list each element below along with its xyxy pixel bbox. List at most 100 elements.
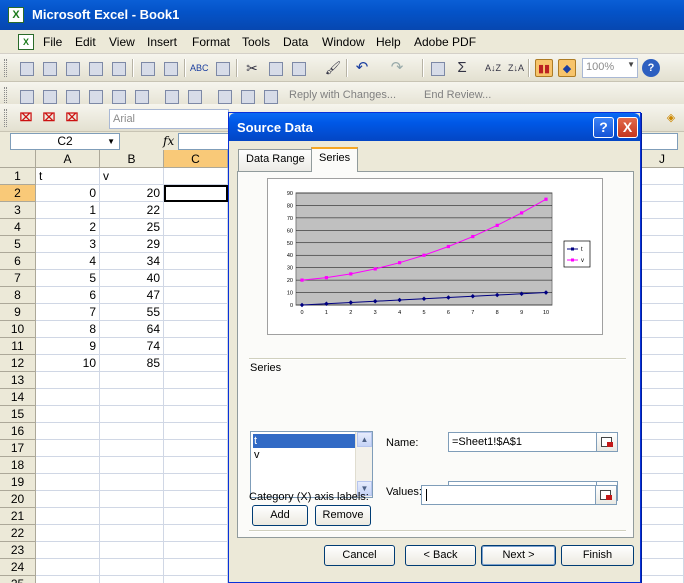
review-icon-6[interactable]: [132, 87, 150, 105]
cell[interactable]: [164, 372, 228, 389]
cell[interactable]: [36, 406, 100, 423]
cell[interactable]: 40: [100, 270, 164, 287]
cell[interactable]: [164, 508, 228, 525]
cell[interactable]: [36, 474, 100, 491]
sort-descending-icon[interactable]: Z↓A: [507, 59, 525, 77]
tab-series[interactable]: Series: [311, 147, 359, 172]
name-field[interactable]: =Sheet1!$A$1: [448, 432, 599, 452]
cell[interactable]: [164, 355, 228, 372]
redo-icon[interactable]: ↷: [388, 59, 406, 77]
menu-data[interactable]: Data: [283, 35, 308, 49]
hyperlink-icon[interactable]: [428, 59, 446, 77]
cell[interactable]: 29: [100, 236, 164, 253]
cell[interactable]: [100, 508, 164, 525]
toolbar-grip[interactable]: [4, 59, 7, 77]
row-header[interactable]: 23: [0, 542, 36, 559]
help-button[interactable]: ?: [593, 117, 614, 138]
close-button[interactable]: X: [617, 117, 638, 138]
cell[interactable]: [100, 389, 164, 406]
tab-data-range[interactable]: Data Range: [238, 149, 313, 171]
row-header[interactable]: 20: [0, 491, 36, 508]
copy-icon[interactable]: [266, 59, 284, 77]
spelling-icon[interactable]: ABC: [190, 59, 209, 77]
workbook-icon[interactable]: X: [18, 34, 34, 50]
cell[interactable]: 5: [36, 270, 100, 287]
row-header[interactable]: 14: [0, 389, 36, 406]
review-icon-10[interactable]: [238, 87, 256, 105]
cell[interactable]: [100, 525, 164, 542]
cell[interactable]: t: [36, 168, 100, 185]
column-header-b[interactable]: B: [100, 150, 164, 168]
font-name-select[interactable]: Arial: [109, 109, 229, 129]
cell[interactable]: 8: [36, 321, 100, 338]
cell[interactable]: [36, 423, 100, 440]
sort-ascending-icon[interactable]: A↓Z: [484, 59, 502, 77]
cell[interactable]: [36, 457, 100, 474]
row-header[interactable]: 1: [0, 168, 36, 185]
cell[interactable]: 7: [36, 304, 100, 321]
cell[interactable]: 9: [36, 338, 100, 355]
row-header[interactable]: 18: [0, 457, 36, 474]
email-icon[interactable]: [109, 59, 127, 77]
cell[interactable]: 74: [100, 338, 164, 355]
cell[interactable]: [100, 576, 164, 583]
reply-with-changes-button[interactable]: Reply with Changes...: [289, 89, 396, 101]
review-icon-9[interactable]: [215, 87, 233, 105]
row-header[interactable]: 7: [0, 270, 36, 287]
pdf-email-icon[interactable]: ⌧: [40, 109, 58, 127]
cell[interactable]: [100, 440, 164, 457]
cell[interactable]: 64: [100, 321, 164, 338]
cell[interactable]: 4: [36, 253, 100, 270]
row-header[interactable]: 11: [0, 338, 36, 355]
cell[interactable]: [164, 474, 228, 491]
undo-icon[interactable]: ↶: [353, 59, 371, 77]
menu-adobe-pdf[interactable]: Adobe PDF: [414, 35, 476, 49]
review-icon-11[interactable]: [261, 87, 279, 105]
cell[interactable]: 47: [100, 287, 164, 304]
cell[interactable]: [100, 423, 164, 440]
pdf-review-icon[interactable]: ⌧: [63, 109, 81, 127]
row-header[interactable]: 2: [0, 185, 36, 202]
select-all-corner[interactable]: [0, 150, 36, 168]
chart-wizard-icon[interactable]: ▮▮: [535, 59, 553, 77]
cell[interactable]: 85: [100, 355, 164, 372]
cell[interactable]: [36, 559, 100, 576]
dialog-title-bar[interactable]: Source Data ? X: [229, 113, 640, 141]
cell[interactable]: [36, 372, 100, 389]
series-item-v[interactable]: v: [253, 448, 355, 462]
permission-icon[interactable]: [86, 59, 104, 77]
review-icon-4[interactable]: [86, 87, 104, 105]
pdf-icon[interactable]: ⌧: [17, 109, 35, 127]
cell[interactable]: [36, 440, 100, 457]
cell[interactable]: [164, 304, 228, 321]
cell[interactable]: [164, 440, 228, 457]
row-header[interactable]: 15: [0, 406, 36, 423]
cell[interactable]: [164, 542, 228, 559]
fill-color-icon[interactable]: ◈: [662, 109, 680, 127]
cell[interactable]: 2: [36, 219, 100, 236]
cell[interactable]: v: [100, 168, 164, 185]
cell[interactable]: [164, 457, 228, 474]
research-icon[interactable]: [213, 59, 231, 77]
cell[interactable]: [164, 168, 228, 185]
review-icon-1[interactable]: [17, 87, 35, 105]
drawing-icon[interactable]: ◆: [558, 59, 576, 77]
menu-format[interactable]: Format: [192, 35, 230, 49]
series-item-t[interactable]: t: [253, 434, 355, 448]
cell[interactable]: [164, 202, 228, 219]
cell[interactable]: [100, 559, 164, 576]
cell[interactable]: [36, 508, 100, 525]
cell[interactable]: [36, 525, 100, 542]
review-icon-2[interactable]: [40, 87, 58, 105]
row-header[interactable]: 10: [0, 321, 36, 338]
insert-function-icon[interactable]: fx: [163, 134, 174, 148]
review-icon-8[interactable]: [185, 87, 203, 105]
menu-file[interactable]: File: [43, 35, 62, 49]
cell[interactable]: [164, 321, 228, 338]
print-icon[interactable]: [138, 59, 156, 77]
menu-tools[interactable]: Tools: [242, 35, 270, 49]
cancel-button[interactable]: Cancel: [324, 545, 395, 566]
row-header[interactable]: 3: [0, 202, 36, 219]
category-axis-field[interactable]: [421, 485, 598, 505]
cell[interactable]: [164, 219, 228, 236]
